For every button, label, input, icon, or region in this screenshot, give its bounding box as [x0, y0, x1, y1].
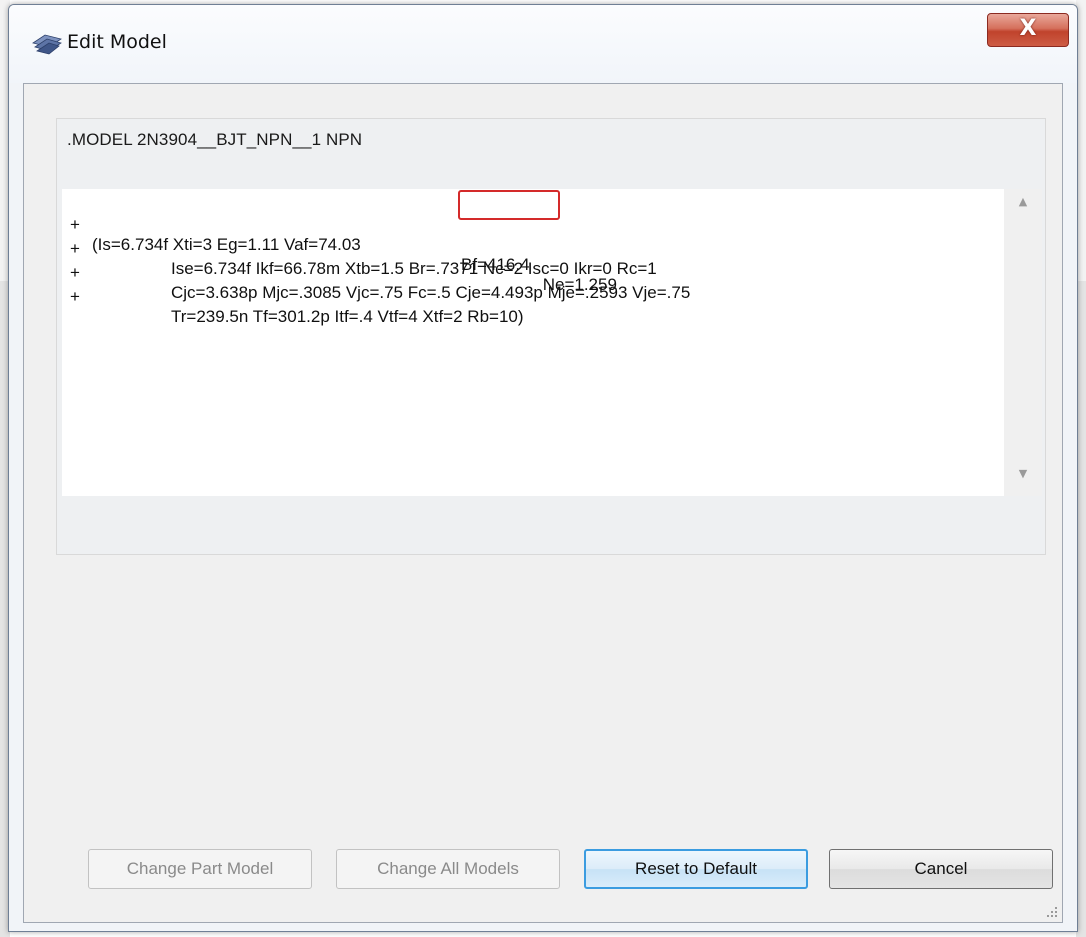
model-group-panel: .MODEL 2N3904__BJT_NPN__1 NPN + (Is=6.73…: [56, 118, 1046, 555]
model-text-area[interactable]: + (Is=6.734f Xti=3 Eg=1.11 Vaf=74.03 Bf=…: [62, 189, 1042, 496]
close-button[interactable]: X: [987, 13, 1069, 47]
resize-grip-icon[interactable]: [1044, 904, 1058, 918]
dialog-client-area: .MODEL 2N3904__BJT_NPN__1 NPN + (Is=6.73…: [23, 83, 1063, 923]
model-header-text: .MODEL 2N3904__BJT_NPN__1 NPN: [67, 130, 363, 149]
cancel-button[interactable]: Cancel: [829, 849, 1053, 889]
model-line-4: + Tr=239.5n Tf=301.2p Itf=.4 Vtf=4 Xtf=2…: [70, 267, 524, 347]
edit-model-dialog: Edit Model X .MODEL 2N3904__BJT_NPN__1 N…: [8, 4, 1078, 932]
line-text: Cjc=3.638p Mjc=.3085 Vjc=.75 Fc=.5 Cje=4…: [171, 283, 691, 302]
reset-to-default-button[interactable]: Reset to Default: [584, 849, 808, 889]
close-icon: X: [1019, 16, 1037, 41]
line-text-part-a: (Is=6.734f Xti=3 Eg=1.11 Vaf=74.03: [92, 235, 366, 254]
change-part-model-button[interactable]: Change Part Model: [88, 849, 312, 889]
vertical-scrollbar[interactable]: ▲ ▼: [1004, 189, 1042, 496]
title-bar[interactable]: Edit Model X: [9, 5, 1077, 83]
window-title: Edit Model: [67, 31, 167, 53]
scroll-up-arrow-icon[interactable]: ▲: [1004, 195, 1042, 221]
change-all-models-button[interactable]: Change All Models: [336, 849, 560, 889]
line-text: Ise=6.734f Ikf=66.78m Xtb=1.5 Br=.7371 N…: [171, 259, 657, 278]
app-logo-icon: [32, 34, 62, 55]
scroll-down-arrow-icon[interactable]: ▼: [1004, 467, 1042, 493]
line-prefix: +: [70, 287, 80, 306]
highlight-box: [458, 190, 560, 220]
line-text: Tr=239.5n Tf=301.2p Itf=.4 Vtf=4 Xtf=2 R…: [171, 307, 524, 326]
